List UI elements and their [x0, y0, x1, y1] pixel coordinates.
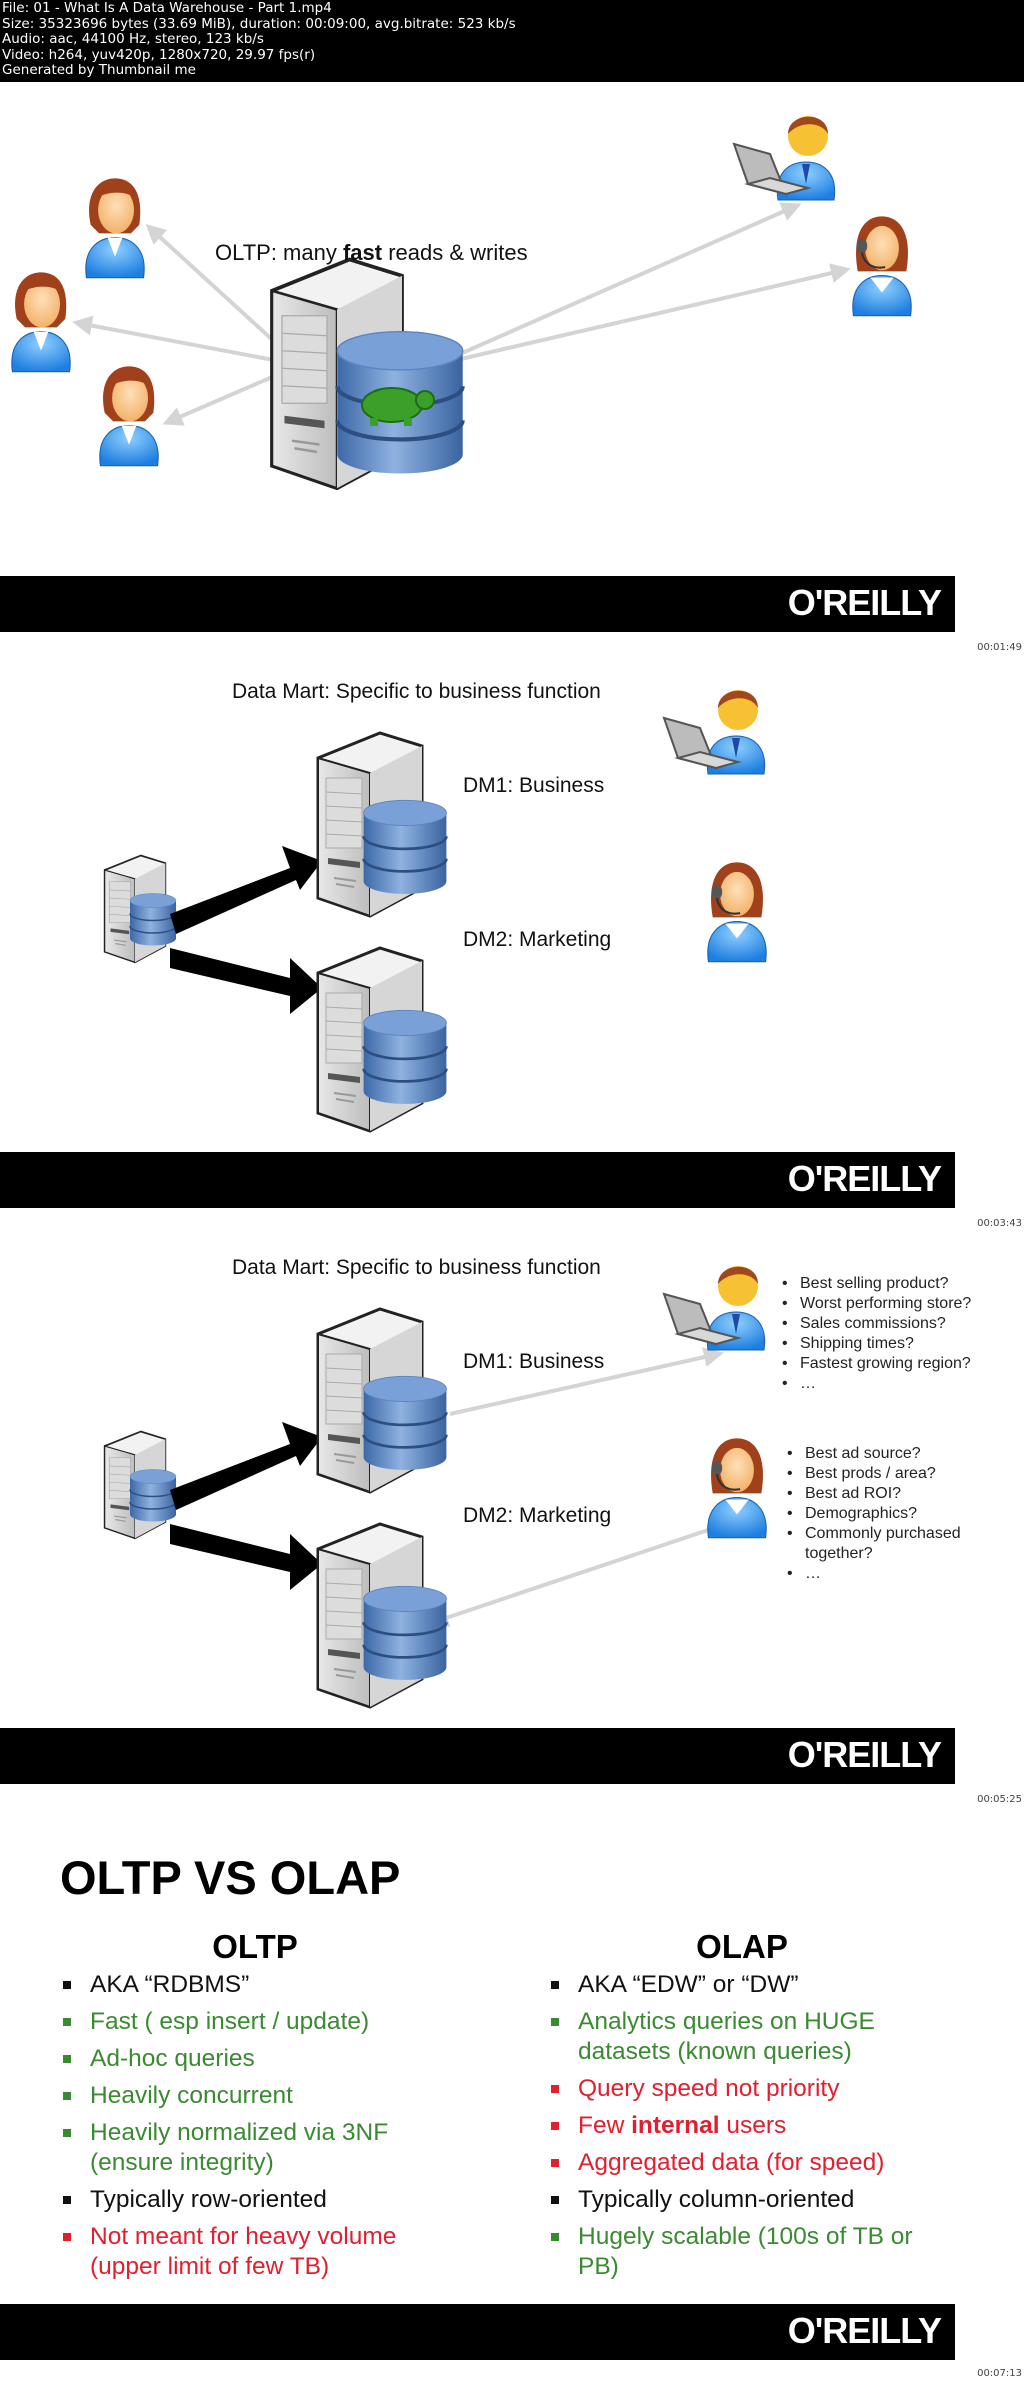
question-item: … [780, 1374, 1020, 1394]
olap-item: Analytics queries on HUGE datasets (know… [548, 2007, 908, 2067]
question-item: Best ad source? [785, 1444, 985, 1464]
user-icon [11, 271, 71, 373]
slide-title: OLTP: many fast reads & writes [215, 240, 528, 265]
oltp-item: Heavily concurrent [60, 2081, 460, 2111]
olap-item: AKA “EDW” or “DW” [548, 1970, 938, 2000]
connector-arrow [429, 263, 851, 372]
slide-title: Data Mart: Specific to business function [232, 680, 601, 703]
file-line: File: 01 - What Is A Data Warehouse - Pa… [2, 0, 332, 16]
oltp-heading: OLTP [212, 1928, 298, 1965]
laptop-user-icon [733, 115, 836, 201]
database-icon [362, 798, 448, 896]
dm1-label: DM1: Business [463, 1350, 605, 1373]
oreilly-logo: O'REILLY [787, 582, 942, 623]
connector-arrow [72, 315, 306, 373]
video-info-header: File: 01 - What Is A Data Warehouse - Pa… [0, 0, 1024, 82]
thumbnail-frame-4: OLTP VS OLAP OLTP OLAP AKA “RDBMS” Fast … [0, 1810, 1024, 2387]
question-item: Best prods / area? [785, 1464, 985, 1484]
oltp-diagram [11, 115, 913, 491]
oltp-item: Ad-hoc queries [60, 2044, 460, 2074]
question-item: Demographics? [785, 1504, 985, 1524]
olap-item: Aggregated data (for speed) [548, 2148, 938, 2178]
olap-item: Query speed not priority [548, 2074, 938, 2104]
question-item: Commonly purchased together? [785, 1524, 985, 1564]
question-item: Best ad ROI? [785, 1484, 985, 1504]
support-agent-icon [851, 215, 913, 317]
thumbnail-frame-1: OLTP: many fast reads & writes O'REILLY … [0, 82, 1024, 658]
timestamp: 00:03:43 [977, 1218, 1022, 1229]
user-icon [99, 365, 159, 467]
question-item: Shipping times? [780, 1334, 1020, 1354]
business-questions-list: Best selling product? Worst performing s… [780, 1274, 1020, 1394]
oreilly-logo: O'REILLY [787, 1158, 942, 1199]
oltp-list: AKA “RDBMS” Fast ( esp insert / update) … [60, 1970, 460, 2289]
laptop-user-icon [663, 689, 766, 775]
oreilly-banner: O'REILLY [0, 576, 955, 632]
user-icon [85, 177, 145, 279]
question-item: Worst performing store? [780, 1294, 1020, 1314]
olap-item: Hugely scalable (100s of TB or PB) [548, 2222, 948, 2282]
data-mart-diagram [103, 689, 768, 1133]
timestamp: 00:05:25 [977, 1794, 1022, 1805]
support-agent-icon [706, 861, 768, 963]
question-item: Sales commissions? [780, 1314, 1020, 1334]
dm2-label: DM2: Marketing [463, 928, 612, 951]
support-agent-icon [706, 1437, 768, 1539]
marketing-questions-list: Best ad source? Best prods / area? Best … [785, 1444, 985, 1584]
oltp-item: AKA “RDBMS” [60, 1970, 460, 2000]
oreilly-banner: O'REILLY [0, 1728, 955, 1784]
database-icon [362, 1008, 448, 1106]
oltp-item: Fast ( esp insert / update) [60, 2007, 460, 2037]
connector-arrow [429, 202, 802, 369]
thumbnail-frame-3: Data Mart: Specific to business function… [0, 1234, 1024, 1810]
audio-line: Audio: aac, 44100 Hz, stereo, 123 kb/s [2, 31, 264, 47]
video-line: Video: h264, yuv420p, 1280x720, 29.97 fp… [2, 46, 316, 63]
oreilly-banner: O'REILLY [0, 1152, 955, 1208]
slide-title: Data Mart: Specific to business function [232, 1256, 601, 1279]
connector-arrow [428, 1514, 744, 1628]
database-icon [362, 1584, 448, 1682]
olap-heading: OLAP [696, 1928, 788, 1965]
oltp-item: Typically row-oriented [60, 2185, 460, 2215]
source-database-icon [129, 1468, 177, 1523]
question-item: Fastest growing region? [780, 1354, 1020, 1374]
source-database-icon [129, 892, 177, 947]
size-line: Size: 35323696 bytes (33.69 MiB), durati… [2, 15, 516, 32]
oltp-item: Heavily normalized via 3NF (ensure integ… [60, 2118, 430, 2178]
olap-item: Few internal users [548, 2111, 938, 2141]
oreilly-logo: O'REILLY [787, 1734, 942, 1775]
question-item: … [785, 1564, 985, 1584]
oreilly-banner: O'REILLY [0, 2304, 955, 2360]
slide-title: OLTP VS OLAP [60, 1851, 401, 1904]
timestamp: 00:01:49 [977, 642, 1022, 653]
question-item: Best selling product? [780, 1274, 1020, 1294]
olap-list: AKA “EDW” or “DW” Analytics queries on H… [548, 1970, 938, 2289]
oreilly-logo: O'REILLY [787, 2310, 942, 2351]
laptop-user-icon [663, 1265, 766, 1351]
thumbnail-frame-2: Data Mart: Specific to business function… [0, 658, 1024, 1234]
timestamp: 00:07:13 [977, 2368, 1022, 2379]
dm1-label: DM1: Business [463, 774, 605, 797]
oltp-item: Not meant for heavy volume (upper limit … [60, 2222, 430, 2282]
generator-line: Generated by Thumbnail me [2, 62, 196, 78]
dm2-label: DM2: Marketing [463, 1504, 612, 1527]
database-icon [362, 1374, 448, 1472]
olap-item: Typically column-oriented [548, 2185, 938, 2215]
